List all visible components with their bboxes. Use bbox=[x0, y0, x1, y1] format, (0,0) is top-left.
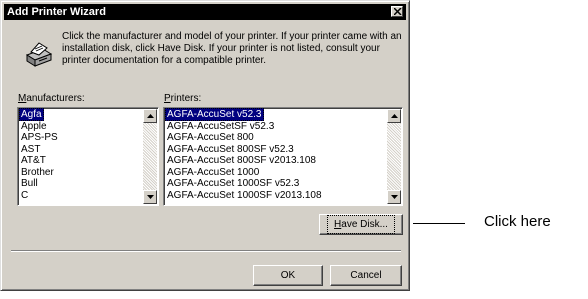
arrow-up-icon bbox=[147, 114, 154, 118]
printer-item-label: AGFA-AccuSet 800SF v2013.108 bbox=[167, 155, 316, 166]
cancel-button[interactable]: Cancel bbox=[330, 265, 402, 286]
close-button[interactable] bbox=[391, 6, 403, 17]
arrow-down-icon bbox=[147, 195, 154, 199]
printer-item-label: AGFA-AccuSet 1000SF v2013.108 bbox=[167, 189, 322, 201]
manufacturer-item-label: Brother bbox=[21, 166, 54, 178]
window-title: Add Printer Wizard bbox=[7, 6, 106, 18]
printer-item[interactable]: AGFA-AccuSet 1000 bbox=[167, 167, 402, 179]
printers-scroll-up-button[interactable] bbox=[387, 109, 401, 123]
add-printer-wizard-window: Add Printer Wizard Click the manufacture… bbox=[0, 0, 410, 291]
printer-item[interactable]: AGFA-AccuSet 800SF v2013.108 bbox=[167, 155, 402, 167]
have-disk-text: ave Disk... bbox=[341, 219, 388, 230]
manufacturers-scrollbar[interactable] bbox=[143, 109, 157, 204]
manufacturer-item[interactable]: Agfa bbox=[19, 108, 158, 121]
printer-item[interactable]: AGFA-AccuSet 800SF v52.3 bbox=[167, 144, 402, 156]
printer-icon bbox=[25, 42, 53, 67]
printers-label-text: rinters: bbox=[170, 93, 202, 104]
printer-item-label: AGFA-AccuSet 800 bbox=[167, 132, 254, 143]
callout-label: Click here bbox=[484, 213, 551, 230]
cancel-label: Cancel bbox=[350, 270, 382, 281]
manufacturers-label: Manufacturers: bbox=[18, 93, 85, 105]
manufacturer-item[interactable]: AT&T bbox=[21, 155, 158, 167]
wizard-instructions: Click the manufacturer and model of your… bbox=[62, 31, 402, 66]
manufacturer-item-label: Apple bbox=[21, 120, 47, 132]
manufacturers-scroll-up-button[interactable] bbox=[143, 109, 157, 123]
manufacturer-item-label: APS-PS bbox=[21, 132, 58, 143]
ok-button[interactable]: OK bbox=[253, 265, 323, 286]
printers-label-access-key: P bbox=[164, 93, 171, 104]
printer-item-label: AGFA-AccuSet 1000 bbox=[167, 166, 260, 178]
printer-item-label: AGFA-AccuSet v52.3 bbox=[165, 108, 264, 121]
manufacturer-item-label: AT&T bbox=[21, 155, 46, 166]
printer-item-label: AGFA-AccuSet 1000SF v52.3 bbox=[167, 178, 300, 189]
printers-scroll-down-button[interactable] bbox=[387, 190, 401, 204]
printers-scrollbar[interactable] bbox=[387, 109, 401, 204]
printer-item-label: AGFA-AccuSetSF v52.3 bbox=[167, 120, 275, 132]
printer-item[interactable]: AGFA-AccuSet 1000SF v52.3 bbox=[167, 178, 402, 190]
arrow-down-icon bbox=[391, 195, 398, 199]
manufacturer-item[interactable]: C bbox=[21, 190, 158, 202]
manufacturer-item-label: Agfa bbox=[19, 108, 44, 121]
printer-item[interactable]: AGFA-AccuSet v52.3 bbox=[165, 108, 402, 121]
manufacturer-item-label: Bull bbox=[21, 178, 38, 189]
manufacturers-list[interactable]: Agfa Apple APS-PS AST AT&T Brother Bull C bbox=[17, 107, 159, 206]
manufacturers-label-text: anufacturers: bbox=[26, 93, 85, 104]
title-bar: Add Printer Wizard bbox=[4, 4, 406, 20]
manufacturer-item[interactable]: APS-PS bbox=[21, 132, 158, 144]
manufacturer-item[interactable]: Apple bbox=[21, 121, 158, 133]
manufacturer-item[interactable]: Brother bbox=[21, 167, 158, 179]
printers-list[interactable]: AGFA-AccuSet v52.3 AGFA-AccuSetSF v52.3 AG… bbox=[163, 107, 403, 206]
manufacturer-item[interactable]: AST bbox=[21, 144, 158, 156]
manufacturer-item-label: AST bbox=[21, 143, 41, 155]
printer-item-label: AGFA-AccuSet 800SF v52.3 bbox=[167, 143, 294, 155]
ok-label: OK bbox=[280, 270, 296, 281]
callout-leader-line bbox=[413, 223, 465, 224]
have-disk-label: Have Disk... bbox=[327, 215, 395, 234]
close-icon bbox=[394, 8, 402, 15]
printer-item[interactable]: AGFA-AccuSet 1000SF v2013.108 bbox=[167, 190, 402, 202]
manufacturers-scroll-down-button[interactable] bbox=[143, 190, 157, 204]
printer-item[interactable]: AGFA-AccuSetSF v52.3 bbox=[167, 121, 402, 133]
manufacturer-item-label: C bbox=[21, 189, 29, 201]
have-disk-button[interactable]: Have Disk... bbox=[319, 214, 403, 235]
arrow-up-icon bbox=[391, 114, 398, 118]
button-separator bbox=[11, 250, 401, 252]
printer-item[interactable]: AGFA-AccuSet 800 bbox=[167, 132, 402, 144]
printers-label: Printers: bbox=[164, 93, 201, 105]
manufacturer-item[interactable]: Bull bbox=[21, 178, 158, 190]
